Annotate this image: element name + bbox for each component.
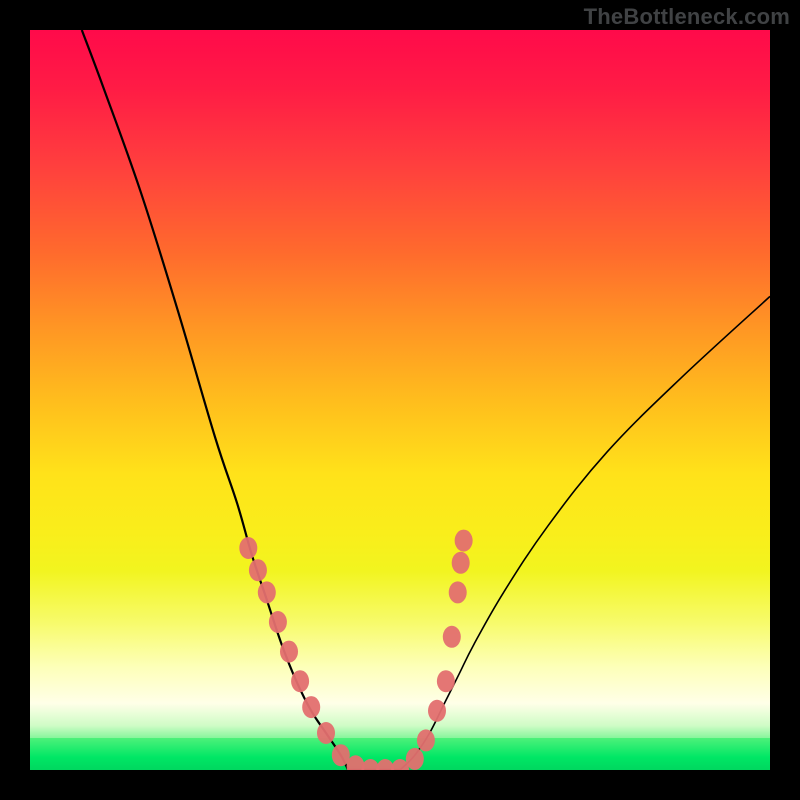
- plot-area: [30, 30, 770, 770]
- right-curve-path: [400, 296, 770, 770]
- marker-dot: [428, 700, 446, 722]
- marker-dot: [449, 581, 467, 603]
- curves-svg: [30, 30, 770, 770]
- marker-dot: [417, 729, 435, 751]
- marker-dot: [269, 611, 287, 633]
- marker-dot: [455, 530, 473, 552]
- marker-dot: [280, 641, 298, 663]
- left-curve-path: [82, 30, 348, 770]
- marker-dot: [452, 552, 470, 574]
- marker-dot: [437, 670, 455, 692]
- chart-stage: TheBottleneck.com: [0, 0, 800, 800]
- marker-dot: [258, 581, 276, 603]
- marker-dot: [291, 670, 309, 692]
- watermark-text: TheBottleneck.com: [584, 4, 790, 30]
- marker-dot: [249, 559, 267, 581]
- marker-dot: [239, 537, 257, 559]
- marker-dot: [302, 696, 320, 718]
- marker-dot: [443, 626, 461, 648]
- marker-dot: [406, 748, 424, 770]
- marker-group: [239, 530, 472, 770]
- marker-dot: [317, 722, 335, 744]
